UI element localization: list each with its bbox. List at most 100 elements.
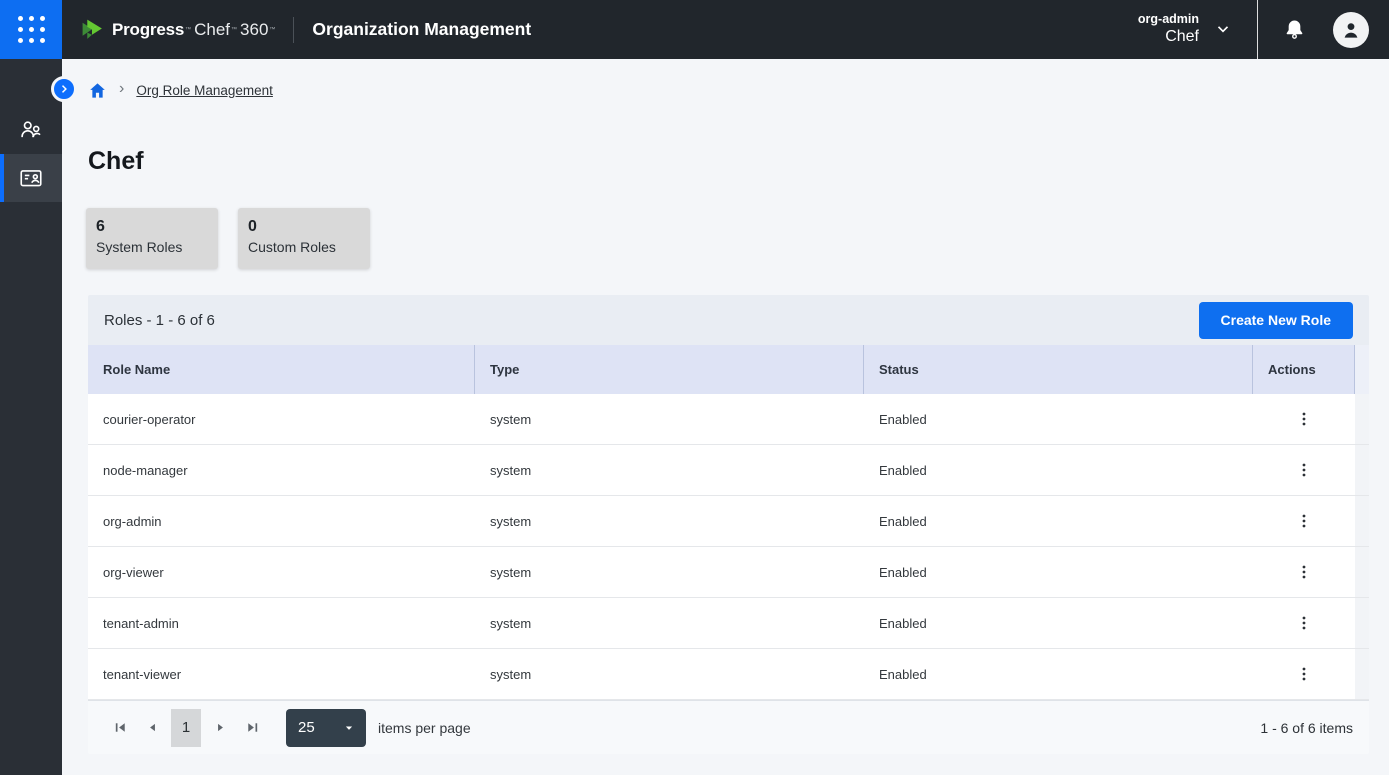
sidebar-expand-button[interactable] <box>51 76 77 102</box>
brand-chef: Chef <box>194 20 230 40</box>
table-row: courier-operator system Enabled <box>88 394 1369 445</box>
cell-status: Enabled <box>864 547 1253 597</box>
cell-role-name: org-admin <box>88 496 475 546</box>
stat-card-system-roles: 6 System Roles <box>86 208 218 269</box>
trademark-mark: ™ <box>231 27 237 33</box>
table-pagination: 1 25 items per page 1 - 6 of 6 items <box>88 700 1369 754</box>
caret-down-icon <box>344 723 354 733</box>
home-icon <box>88 81 107 100</box>
table-row: tenant-admin system Enabled <box>88 598 1369 649</box>
cell-type: system <box>475 394 864 444</box>
breadcrumb-home-button[interactable] <box>88 81 107 100</box>
user-role-label: org-admin <box>1138 11 1199 27</box>
trademark-mark: ™ <box>269 27 275 33</box>
cell-type: system <box>475 445 864 495</box>
cell-role-name: org-viewer <box>88 547 475 597</box>
header-divider <box>293 17 294 43</box>
cell-type: system <box>475 598 864 648</box>
last-page-button[interactable] <box>236 712 268 744</box>
sidebar-item-users[interactable] <box>0 106 62 154</box>
cell-type: system <box>475 496 864 546</box>
cell-type: system <box>475 649 864 699</box>
page-size-select[interactable]: 25 <box>286 709 366 747</box>
user-org-label: Chef <box>1165 27 1199 48</box>
chevron-down-icon <box>1215 21 1231 37</box>
column-header-type: Type <box>475 345 864 394</box>
person-icon <box>1339 18 1363 42</box>
cell-status: Enabled <box>864 394 1253 444</box>
pagination-range-label: 1 - 6 of 6 items <box>1260 720 1353 736</box>
table-toolbar: Roles - 1 - 6 of 6 Create New Role <box>88 295 1369 345</box>
roles-table-card: Roles - 1 - 6 of 6 Create New Role Role … <box>88 295 1369 754</box>
next-page-icon <box>214 721 227 734</box>
table-row: tenant-viewer system Enabled <box>88 649 1369 700</box>
items-per-page-label: items per page <box>378 720 471 736</box>
app-grid-icon <box>18 16 45 43</box>
column-header-status: Status <box>864 345 1253 394</box>
row-actions-menu-button[interactable] <box>1289 455 1319 485</box>
kebab-menu-icon <box>1296 564 1312 580</box>
brand-logo: Progress™ Chef™ 360™ <box>80 17 275 42</box>
cell-role-name: node-manager <box>88 445 475 495</box>
kebab-menu-icon <box>1296 513 1312 529</box>
stat-label: System Roles <box>96 238 218 258</box>
kebab-menu-icon <box>1296 666 1312 682</box>
previous-page-button[interactable] <box>136 712 168 744</box>
row-actions-menu-button[interactable] <box>1289 404 1319 434</box>
first-page-icon <box>113 720 128 735</box>
stat-cards: 6 System Roles 0 Custom Roles <box>86 208 1389 269</box>
bell-icon <box>1282 17 1307 42</box>
last-page-icon <box>245 720 260 735</box>
chevron-right-icon <box>58 83 70 95</box>
next-page-button[interactable] <box>204 712 236 744</box>
cell-status: Enabled <box>864 496 1253 546</box>
sidebar-item-roles[interactable] <box>0 154 62 202</box>
row-actions-menu-button[interactable] <box>1289 506 1319 536</box>
stat-value: 6 <box>96 217 218 238</box>
table-scroll-gutter <box>1355 345 1369 394</box>
stat-label: Custom Roles <box>248 238 370 258</box>
trademark-mark: ™ <box>185 27 191 33</box>
cell-role-name: tenant-viewer <box>88 649 475 699</box>
page-title: Chef <box>88 147 1389 176</box>
sidebar <box>0 59 62 775</box>
users-icon <box>18 117 44 143</box>
breadcrumb-separator: › <box>119 80 124 98</box>
kebab-menu-icon <box>1296 411 1312 427</box>
stat-value: 0 <box>248 217 370 238</box>
table-header-row: Role Name Type Status Actions <box>88 345 1369 394</box>
previous-page-icon <box>146 721 159 734</box>
create-new-role-button[interactable]: Create New Role <box>1199 302 1353 339</box>
table-body: courier-operator system Enabled node-man… <box>88 394 1369 700</box>
cell-status: Enabled <box>864 445 1253 495</box>
user-avatar[interactable] <box>1333 12 1369 48</box>
role-card-icon <box>18 165 44 191</box>
app-grid-button[interactable] <box>0 0 62 59</box>
current-page-indicator[interactable]: 1 <box>171 709 201 747</box>
breadcrumb-link[interactable]: Org Role Management <box>136 83 273 98</box>
top-bar: Progress™ Chef™ 360™ Organization Manage… <box>0 0 1389 59</box>
cell-role-name: courier-operator <box>88 394 475 444</box>
table-row: node-manager system Enabled <box>88 445 1369 496</box>
row-actions-menu-button[interactable] <box>1289 608 1319 638</box>
cell-status: Enabled <box>864 649 1253 699</box>
stat-card-custom-roles: 0 Custom Roles <box>238 208 370 269</box>
table-row: org-viewer system Enabled <box>88 547 1369 598</box>
kebab-menu-icon <box>1296 462 1312 478</box>
progress-logo-icon <box>80 17 105 42</box>
first-page-button[interactable] <box>104 712 136 744</box>
org-switcher[interactable]: org-admin Chef <box>1138 11 1231 48</box>
row-actions-menu-button[interactable] <box>1289 659 1319 689</box>
brand-progress: Progress <box>112 20 184 40</box>
header-separator <box>1257 0 1258 59</box>
table-row: org-admin system Enabled <box>88 496 1369 547</box>
page-size-value: 25 <box>298 719 315 736</box>
row-actions-menu-button[interactable] <box>1289 557 1319 587</box>
cell-status: Enabled <box>864 598 1253 648</box>
column-header-actions: Actions <box>1253 345 1355 394</box>
table-title: Roles - 1 - 6 of 6 <box>104 312 215 329</box>
notifications-button[interactable] <box>1282 17 1307 42</box>
app-title: Organization Management <box>312 19 531 40</box>
cell-role-name: tenant-admin <box>88 598 475 648</box>
breadcrumb: › Org Role Management <box>62 59 1389 121</box>
